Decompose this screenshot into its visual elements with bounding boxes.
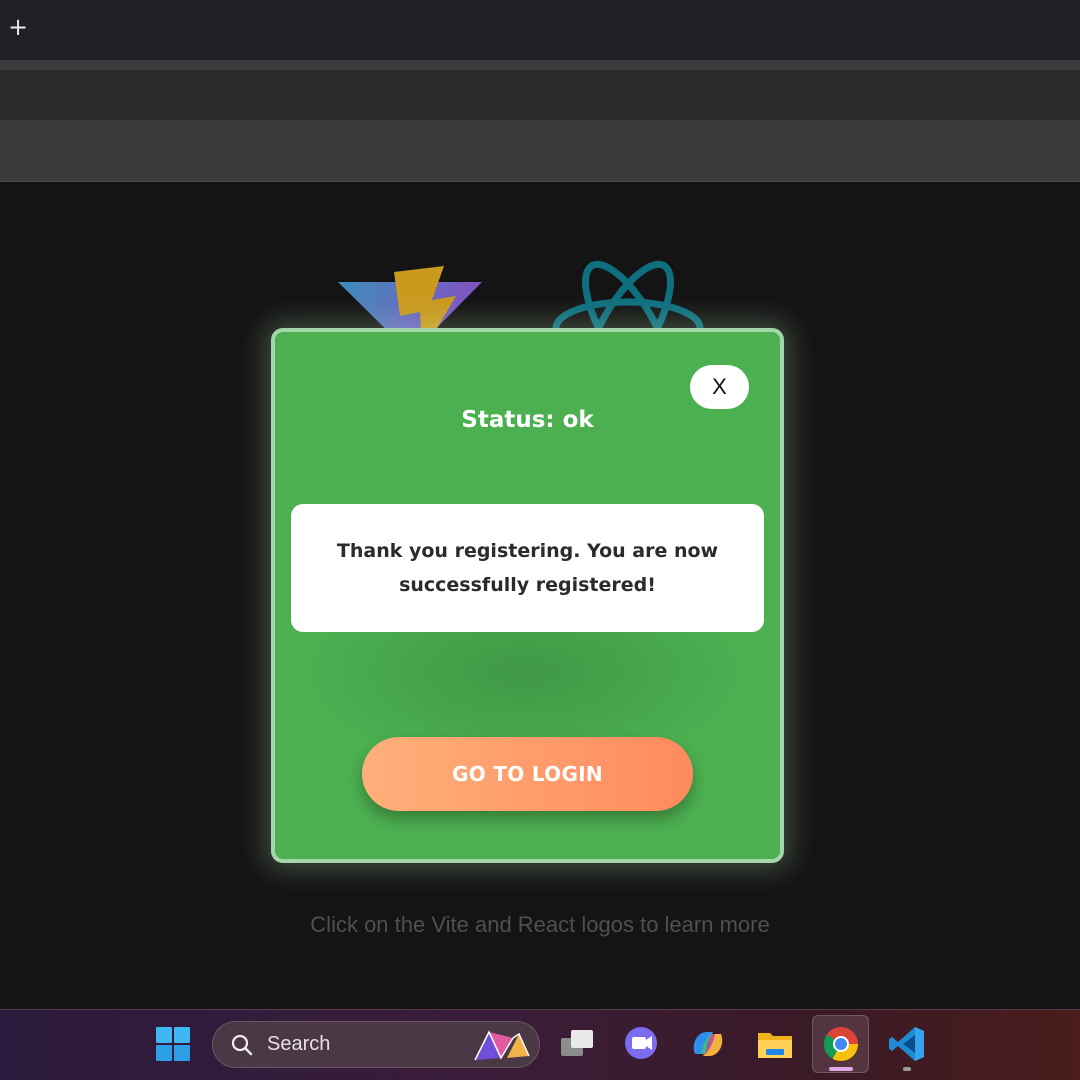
chrome-running-indicator: [829, 1067, 853, 1071]
status-title: Status: ok: [461, 407, 594, 433]
learn-more-hint: Click on the Vite and React logos to lea…: [310, 912, 770, 937]
success-message: Thank you registering. You are now succe…: [336, 540, 719, 596]
chrome-icon[interactable]: [819, 1016, 863, 1072]
search-highlight-icon: [474, 1030, 530, 1061]
file-explorer-icon[interactable]: [753, 1016, 797, 1072]
teams-meet-icon[interactable]: [620, 1016, 664, 1072]
start-icon[interactable]: [151, 1016, 195, 1072]
browser-toolbar: [0, 70, 1080, 120]
search-label: Search: [267, 1033, 331, 1055]
close-button[interactable]: X: [690, 365, 749, 409]
vscode-running-indicator: [903, 1067, 911, 1071]
vscode-icon[interactable]: [885, 1016, 929, 1072]
copilot-icon[interactable]: [686, 1016, 730, 1072]
new-tab-button[interactable]: +: [8, 15, 28, 39]
browser-bookmarks-bar: [0, 120, 1080, 182]
search-icon: [231, 1034, 253, 1056]
message-card: Thank you registering. You are now succe…: [291, 504, 764, 632]
task-view-icon[interactable]: [555, 1016, 599, 1072]
browser-tab-strip: [0, 60, 1080, 70]
taskbar-search-box[interactable]: Search: [212, 1021, 540, 1068]
status-modal: X Status: ok Thank you registering. You …: [271, 328, 784, 863]
go-to-login-button[interactable]: GO TO LOGIN: [362, 737, 693, 811]
browser-tab-bar: +: [0, 0, 1080, 60]
